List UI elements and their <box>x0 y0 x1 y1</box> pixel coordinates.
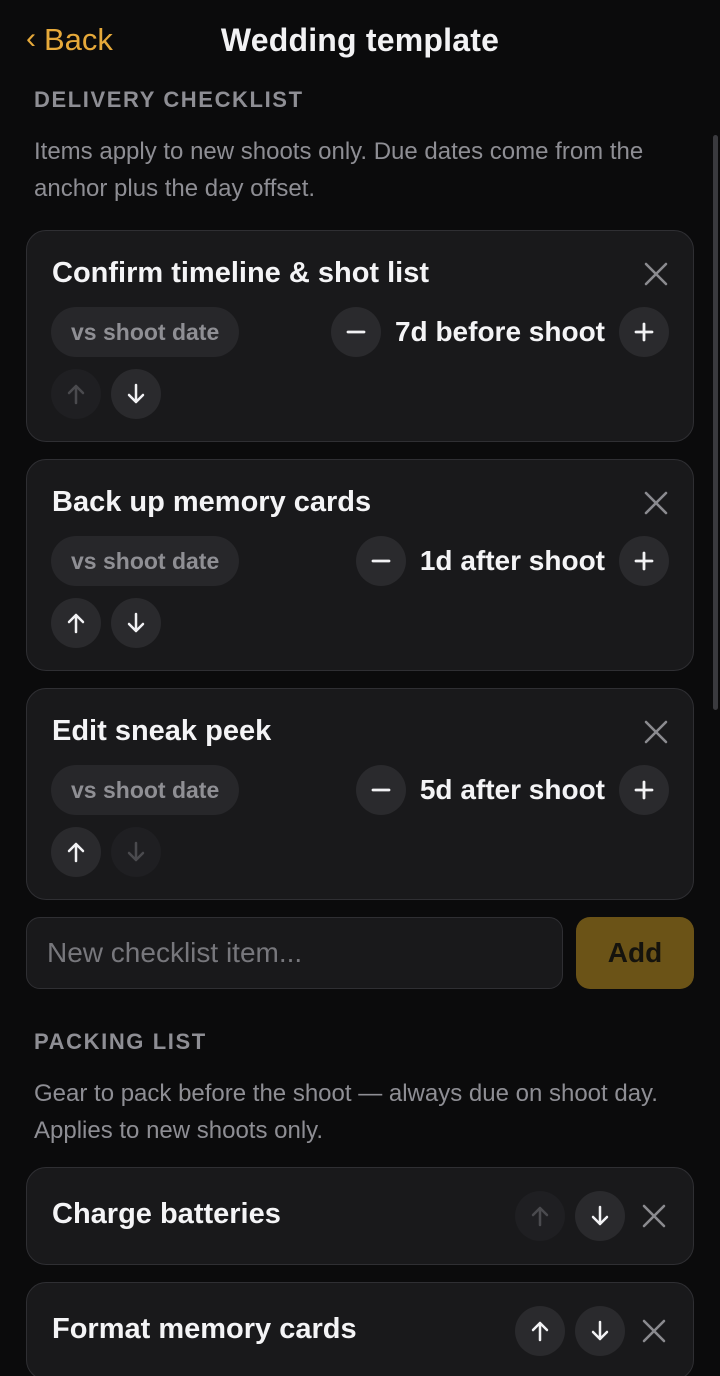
move-down-button[interactable] <box>111 827 161 877</box>
decrement-offset-button[interactable] <box>355 765 406 815</box>
remove-item-button[interactable] <box>641 717 671 747</box>
move-up-button[interactable] <box>51 598 101 648</box>
add-item-button[interactable]: Add <box>576 917 694 989</box>
move-up-button[interactable] <box>51 827 101 877</box>
remove-item-button[interactable] <box>639 1316 669 1346</box>
offset-value: 7d before shoot <box>394 316 605 347</box>
packing-item-title: Format memory cards <box>52 1313 357 1345</box>
packing-item-card: Format memory cards <box>26 1282 694 1376</box>
close-icon <box>644 262 668 286</box>
new-checklist-item-input[interactable] <box>26 917 563 989</box>
arrow-down-icon <box>127 612 145 633</box>
plus-icon <box>634 322 654 342</box>
checklist-item-title: Back up memory cards <box>52 486 372 518</box>
page-title: Wedding template <box>220 22 500 58</box>
plus-icon <box>634 551 654 571</box>
arrow-down-icon <box>127 841 145 862</box>
checklist-item-card: Edit sneak peek vs shoot date 5d after s… <box>26 688 694 900</box>
reorder-controls <box>51 598 161 648</box>
packing-item-title: Charge batteries <box>52 1198 281 1230</box>
packing-section-description: Gear to pack before the shoot — always d… <box>34 1080 658 1144</box>
offset-value: 5d after shoot <box>419 774 605 805</box>
offset-value: 1d after shoot <box>419 545 605 576</box>
offset-stepper: 7d before shoot <box>330 307 669 357</box>
reorder-controls <box>51 827 161 877</box>
offset-stepper: 1d after shoot <box>355 536 669 586</box>
move-down-button[interactable] <box>111 598 161 648</box>
nav-header: ‹ Back Wedding template <box>0 0 720 84</box>
arrow-down-icon <box>591 1320 609 1341</box>
remove-item-button[interactable] <box>641 259 671 289</box>
close-icon <box>644 491 668 515</box>
arrow-up-icon <box>531 1206 549 1227</box>
minus-icon <box>346 330 366 334</box>
packing-item-controls <box>515 1306 669 1356</box>
arrow-up-icon <box>67 842 85 863</box>
close-icon <box>642 1204 666 1228</box>
arrow-down-icon <box>127 383 145 404</box>
checklist-item-title: Confirm timeline & shot list <box>52 257 430 289</box>
packing-item-controls <box>515 1191 669 1241</box>
wedding-template-screen: ‹ Back Wedding template DELIVERY CHECKLI… <box>0 0 720 1376</box>
close-icon <box>642 1319 666 1343</box>
move-down-button[interactable] <box>575 1306 625 1356</box>
packing-section-title: PACKING LIST <box>34 1029 207 1054</box>
move-up-button[interactable] <box>51 369 101 419</box>
reorder-controls <box>51 369 161 419</box>
checklist-item-title: Edit sneak peek <box>52 715 272 747</box>
arrow-up-icon <box>67 384 85 405</box>
decrement-offset-button[interactable] <box>330 307 381 357</box>
checklist-item-card: Back up memory cards vs shoot date 1d af… <box>26 459 694 671</box>
checklist-item-card: Confirm timeline & shot list vs shoot da… <box>26 230 694 442</box>
decrement-offset-button[interactable] <box>355 536 406 586</box>
plus-icon <box>634 780 654 800</box>
move-up-button[interactable] <box>515 1191 565 1241</box>
anchor-selector[interactable]: vs shoot date <box>51 536 240 586</box>
anchor-selector[interactable]: vs shoot date <box>51 765 240 815</box>
delivery-section-title: DELIVERY CHECKLIST <box>34 87 304 112</box>
offset-stepper: 5d after shoot <box>355 765 669 815</box>
move-up-button[interactable] <box>515 1306 565 1356</box>
increment-offset-button[interactable] <box>619 536 669 586</box>
anchor-selector[interactable]: vs shoot date <box>51 307 240 357</box>
arrow-down-icon <box>591 1205 609 1226</box>
arrow-up-icon <box>531 1321 549 1342</box>
delivery-section-description: Items apply to new shoots only. Due date… <box>34 138 644 202</box>
packing-item-card: Charge batteries <box>26 1167 694 1265</box>
minus-icon <box>371 559 391 563</box>
move-down-button[interactable] <box>111 369 161 419</box>
remove-item-button[interactable] <box>639 1201 669 1231</box>
arrow-up-icon <box>67 613 85 634</box>
remove-item-button[interactable] <box>641 488 671 518</box>
add-checklist-item-row: Add <box>26 917 694 989</box>
increment-offset-button[interactable] <box>619 307 669 357</box>
close-icon <box>644 720 668 744</box>
increment-offset-button[interactable] <box>619 765 669 815</box>
scrollbar[interactable] <box>713 135 718 710</box>
minus-icon <box>371 788 391 792</box>
move-down-button[interactable] <box>575 1191 625 1241</box>
